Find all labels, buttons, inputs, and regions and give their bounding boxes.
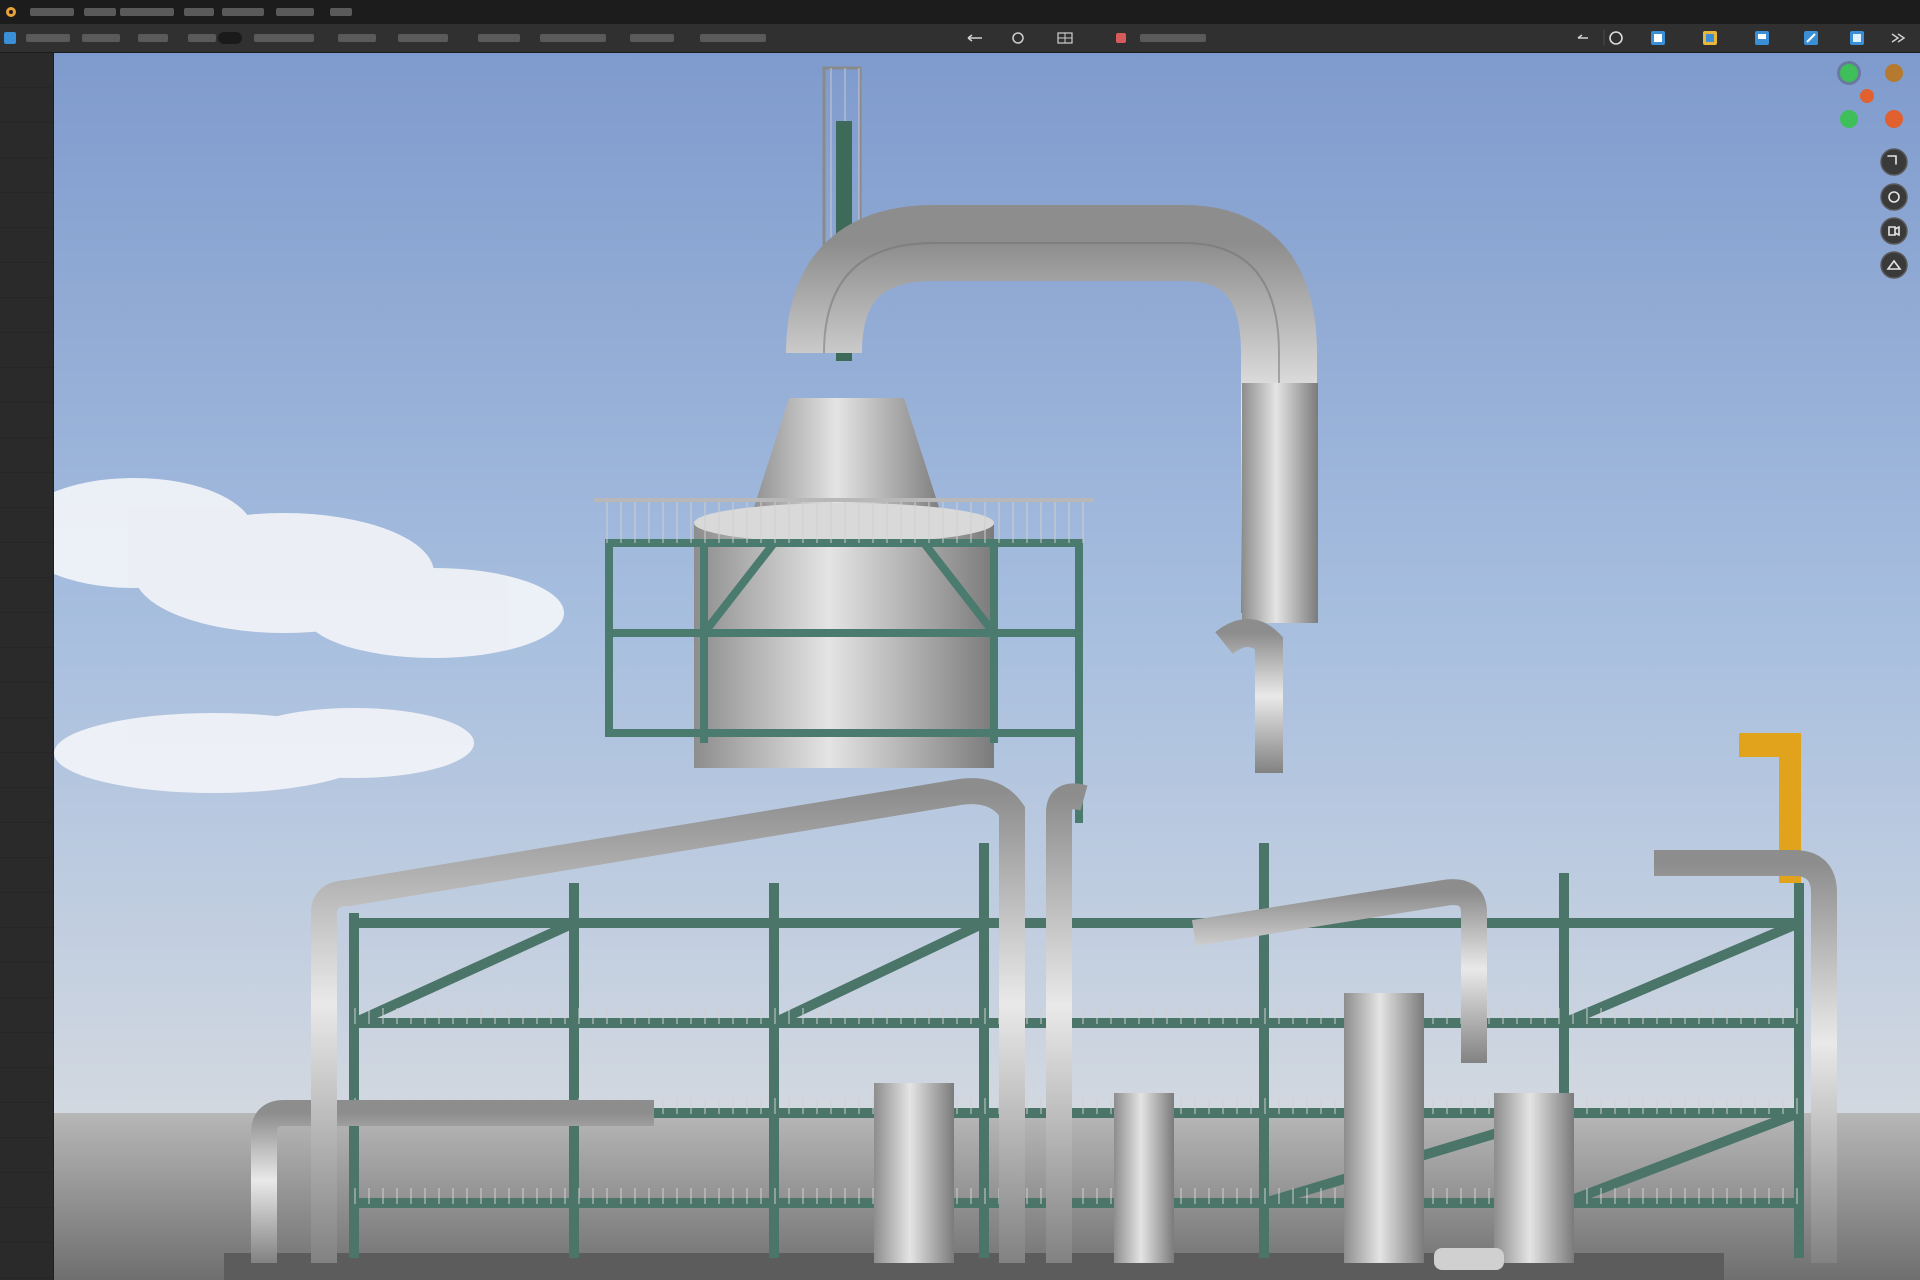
header-toolbar xyxy=(0,24,1920,53)
app-logo-icon[interactable] xyxy=(6,7,16,17)
undo-icon[interactable] xyxy=(967,34,982,42)
viewport-shading-rendered-icon[interactable] xyxy=(1703,31,1717,45)
zoom-icon[interactable] xyxy=(1880,148,1908,176)
menu-item[interactable] xyxy=(330,8,352,16)
material-icon[interactable] xyxy=(1116,33,1126,43)
editor-type-icon[interactable] xyxy=(4,32,16,44)
toolbar-menu-item[interactable] xyxy=(254,34,314,42)
overlay-icon[interactable] xyxy=(1755,31,1769,45)
menu-item[interactable] xyxy=(222,8,264,16)
left-toolbar xyxy=(0,53,54,1280)
orbit-icon[interactable] xyxy=(1012,32,1024,44)
gizmo-y-axis-negative[interactable] xyxy=(1840,110,1858,128)
viewport-shading-material-icon[interactable] xyxy=(1651,31,1665,45)
gizmo-x-axis-negative[interactable] xyxy=(1885,110,1903,128)
xray-toggle-icon[interactable] xyxy=(1850,31,1864,45)
menu-item[interactable] xyxy=(120,8,174,16)
toolbar-menu-item[interactable] xyxy=(700,34,766,42)
perspective-icon[interactable] xyxy=(1880,251,1908,279)
pan-icon[interactable] xyxy=(1880,183,1908,211)
render-canvas[interactable] xyxy=(54,53,1920,1280)
collapse-icon[interactable] xyxy=(1891,33,1906,43)
menu-item[interactable] xyxy=(30,8,74,16)
grid-icon[interactable] xyxy=(1057,32,1073,44)
camera-icon[interactable] xyxy=(1880,217,1908,245)
toolbar-menu-item[interactable] xyxy=(138,34,168,42)
3d-viewport[interactable] xyxy=(54,53,1920,1280)
title-bar xyxy=(0,0,1920,25)
gizmo-axis-handle[interactable] xyxy=(1885,64,1903,82)
toolbar-controls xyxy=(4,30,1906,46)
toggle-button[interactable] xyxy=(218,32,242,44)
toolbar-menu-item[interactable] xyxy=(188,34,216,42)
toolbar-menu-item[interactable] xyxy=(26,34,70,42)
refresh-icon[interactable] xyxy=(1577,34,1588,39)
viewport-shading-solid-icon[interactable] xyxy=(1609,31,1623,45)
menu-item[interactable] xyxy=(184,8,214,16)
toolbar-status-text xyxy=(1140,34,1206,42)
toolbar-menu-item[interactable] xyxy=(630,34,674,42)
gizmo-x-axis[interactable] xyxy=(1860,89,1874,103)
toolbar-menu-item[interactable] xyxy=(540,34,606,42)
toolbar-menu-item[interactable] xyxy=(338,34,376,42)
xray-icon[interactable] xyxy=(1804,31,1818,45)
gizmo-y-axis[interactable] xyxy=(1840,64,1858,82)
toolbar-menu-item[interactable] xyxy=(82,34,120,42)
menu-item[interactable] xyxy=(84,8,116,16)
toolbar-menu-item[interactable] xyxy=(398,34,448,42)
toolbar-menu-item[interactable] xyxy=(478,34,520,42)
upper-railing xyxy=(594,498,1094,543)
menu-bar xyxy=(6,7,352,17)
menu-item[interactable] xyxy=(276,8,314,16)
